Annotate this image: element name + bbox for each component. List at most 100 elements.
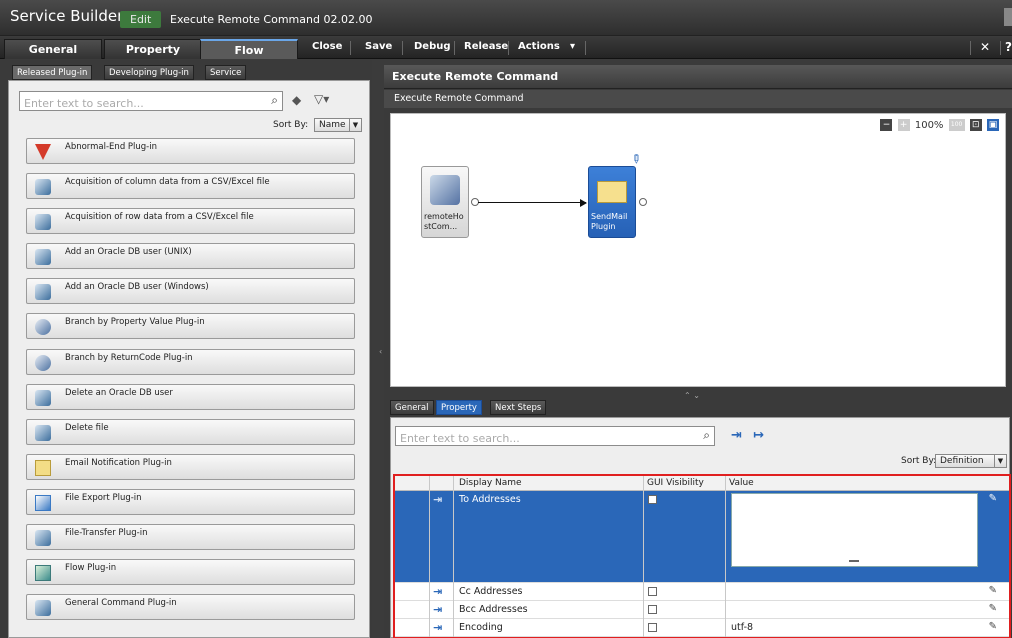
pencil-icon[interactable]: ✎ [989,585,997,596]
pencil-icon[interactable]: ✎ [989,493,997,504]
actions-dropdown-icon[interactable]: ▾ [570,41,575,52]
mail-icon [35,460,51,476]
column-value[interactable]: Value [729,478,754,488]
resize-handle[interactable] [849,560,859,562]
import-icon[interactable]: ⇥ [731,428,742,443]
plugin-label: Delete an Oracle DB user [65,388,173,398]
plugin-item[interactable]: File Export Plug-in [26,489,355,515]
tab-general[interactable]: General [4,39,102,59]
branch-icon [35,319,51,335]
sort-by-select[interactable]: Name ▼ [314,118,362,132]
close-button[interactable]: Close [312,41,342,52]
plugin-label: Branch by ReturnCode Plug-in [65,353,193,363]
wrench-icon[interactable]: ✎ [628,150,645,167]
property-search-box[interactable]: ⌕ [395,426,715,448]
plugin-item[interactable]: Branch by ReturnCode Plug-in [26,349,355,375]
tab-property[interactable]: Property [104,39,202,59]
property-search-input[interactable] [396,429,686,448]
zoom-level: 100% [914,119,944,131]
plugin-item[interactable]: Branch by Property Value Plug-in [26,313,355,339]
tab-service[interactable]: Service [205,65,247,80]
tab-developing-plugin[interactable]: Developing Plug-in [104,65,194,80]
plugin-item[interactable]: Acquisition of column data from a CSV/Ex… [26,173,355,199]
abnormal-end-icon [35,144,51,160]
splitter-arrows-icon[interactable]: ⌃ ⌄ [684,391,700,400]
property-value-editor[interactable] [731,493,978,567]
tab-released-plugin[interactable]: Released Plug-in [12,65,93,80]
sort-by-label: Sort By: [273,120,309,130]
plugin-item[interactable]: Acquisition of row data from a CSV/Excel… [26,208,355,234]
gui-visibility-checkbox[interactable] [648,623,657,632]
gui-visibility-checkbox[interactable] [648,495,657,504]
plugin-item[interactable]: General Command Plug-in [26,594,355,620]
overview-icon[interactable]: ▣ [987,119,999,131]
sendmail-node[interactable]: SendMail Plugin [588,166,636,238]
save-button[interactable]: Save [365,41,392,52]
release-button[interactable]: Release [464,41,508,52]
search-icon[interactable]: ⌕ [703,428,710,443]
search-icon[interactable]: ⌕ [271,93,278,108]
export-icon[interactable]: ↦ [753,428,764,443]
tab-property[interactable]: Property [436,400,482,415]
sort-by-value: Definition [940,456,984,466]
zoom-out-icon[interactable]: − [880,119,893,131]
plugin-item[interactable]: Delete file [26,419,355,445]
collapse-left-panel-icon[interactable]: ‹ [379,347,382,356]
plugin-label: Flow Plug-in [65,563,117,573]
zoom-in-icon[interactable]: + [897,119,910,131]
plugin-item[interactable]: Add an Oracle DB user (Windows) [26,278,355,304]
editor-breadcrumb: Execute Remote Command [384,90,1012,108]
pencil-icon[interactable]: ✎ [989,603,997,614]
property-name: To Addresses [459,494,521,505]
toolbar-divider [454,41,455,55]
filter-icon[interactable]: ▽▾ [314,92,329,106]
flow-connector[interactable] [478,202,586,203]
gui-visibility-checkbox[interactable] [648,587,657,596]
property-value[interactable]: utf-8 [731,622,753,633]
flow-canvas[interactable]: − + 100% 100 ⊡ ▣ remoteHo stCom... SendMa… [390,113,1006,387]
plugin-search-input[interactable] [20,94,250,113]
fit-to-screen-icon[interactable]: ⊡ [969,119,982,131]
tab-general[interactable]: General [390,400,434,415]
plugin-item[interactable]: Delete an Oracle DB user [26,384,355,410]
column-gui-visibility[interactable]: GUI Visibility [647,478,704,488]
tab-next-steps[interactable]: Next Steps [490,400,547,415]
connector-arrowhead [580,199,587,207]
property-name: Bcc Addresses [459,604,528,615]
gui-visibility-checkbox[interactable] [648,605,657,614]
gear-icon [35,425,51,441]
tag-icon[interactable]: ◆ [292,93,301,107]
actions-menu-button[interactable]: Actions [518,41,560,52]
input-property-icon: ⇥ [433,603,443,616]
table-row[interactable]: ⇥ Bcc Addresses ✎ [395,601,1009,619]
node-label-line1: remoteHo [424,212,464,221]
toolbar-divider [402,41,403,55]
zoom-reset-button[interactable]: 100 [948,119,965,131]
table-row[interactable]: ⇥ To Addresses ✎ [395,491,1009,583]
pencil-icon[interactable]: ✎ [989,621,997,632]
output-port[interactable] [639,198,647,206]
sort-by-label: Sort By: [901,456,937,466]
branch-icon [35,355,51,371]
plugin-item[interactable]: Abnormal-End Plug-in [26,138,355,164]
chevron-down-icon[interactable]: ▼ [349,119,361,131]
plugin-search-box[interactable]: ⌕ [19,91,283,113]
table-row[interactable]: ⇥ Encoding utf-8 ✎ [395,619,1009,637]
tools-icon[interactable]: ✕ [980,40,990,54]
property-panel: ⌕ ⇥ ↦ Sort By: Definition ▼ Display Name… [390,417,1011,638]
plugin-item[interactable]: Flow Plug-in [26,559,355,585]
tab-flow[interactable]: Flow [200,39,298,59]
sort-by-select[interactable]: Definition ▼ [935,454,1007,468]
remote-command-node[interactable]: remoteHo stCom... [421,166,469,238]
debug-button[interactable]: Debug [414,41,451,52]
table-row[interactable]: ⇥ Cc Addresses ✎ [395,583,1009,601]
plugin-item[interactable]: File-Transfer Plug-in [26,524,355,550]
plugin-item[interactable]: Add an Oracle DB user (UNIX) [26,243,355,269]
column-display-name[interactable]: Display Name [459,478,522,488]
window-control-button[interactable] [1004,8,1012,26]
help-icon[interactable]: ? [1005,40,1012,54]
plugin-label: Delete file [65,423,109,433]
plugin-item[interactable]: Email Notification Plug-in [26,454,355,480]
gear-icon [35,179,51,195]
chevron-down-icon[interactable]: ▼ [994,455,1006,467]
